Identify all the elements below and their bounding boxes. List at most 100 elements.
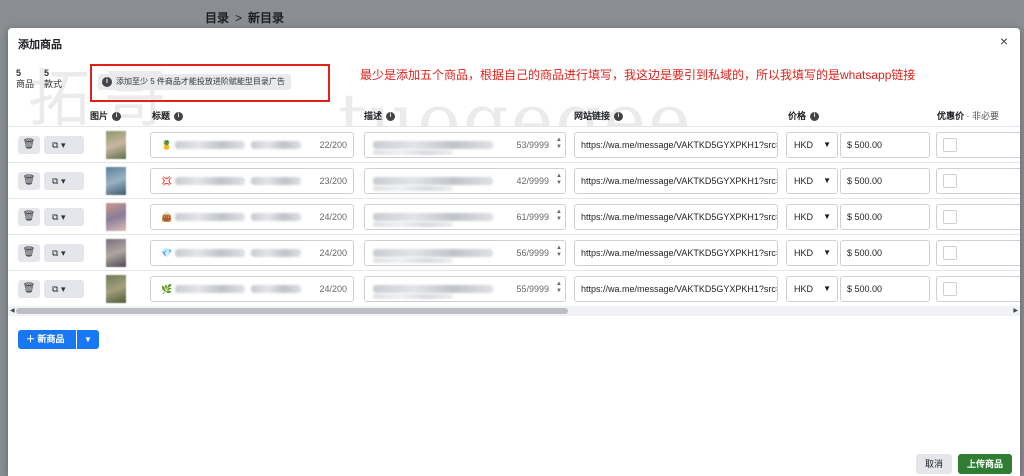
close-icon[interactable]: × — [1000, 33, 1008, 49]
trash-icon: 🗑 — [22, 139, 36, 150]
add-product-button[interactable]: ＋ 新商品 — [18, 330, 76, 349]
blurred-description-text — [373, 141, 493, 149]
scroll-right-icon[interactable]: ▶ — [1013, 307, 1018, 314]
website-url-input[interactable]: https://wa.me/message/VAKTKD5GYXPKH1?src… — [574, 276, 778, 302]
duplicate-button[interactable]: ⧉ ▾ — [44, 172, 84, 190]
title-input[interactable]: 👜 24/200 — [150, 204, 354, 230]
currency-select[interactable]: HKD ▼ — [786, 204, 838, 230]
product-image[interactable] — [106, 167, 126, 195]
info-icon[interactable]: i — [614, 112, 624, 122]
delete-button[interactable]: 🗑 — [18, 280, 40, 298]
duplicate-button[interactable]: ⧉ ▾ — [44, 280, 84, 298]
resize-stepper-icon[interactable]: ▲ ▼ — [556, 245, 562, 259]
price-input[interactable]: $ 500.00 — [840, 240, 930, 266]
sale-price-checkbox[interactable] — [943, 210, 957, 224]
chevron-down-icon: ▼ — [823, 212, 831, 221]
chevron-down-icon: ▾ — [60, 248, 66, 258]
modal-title: 添加商品 — [18, 39, 62, 51]
sale-price-input[interactable] — [936, 276, 1020, 302]
resize-stepper-icon[interactable]: ▲ ▼ — [556, 173, 562, 187]
delete-button[interactable]: 🗑 — [18, 172, 40, 190]
price-input[interactable]: $ 500.00 — [840, 204, 930, 230]
notice-pill: i 添加至少 5 件商品才能投放进阶赋能型目录广告 — [98, 74, 291, 90]
product-image[interactable] — [106, 239, 126, 267]
website-url-input[interactable]: https://wa.me/message/VAKTKD5GYXPKH1?src… — [574, 132, 778, 158]
table-row: 🗑 ⧉ ▾ 💢 23/200 42/9999 ▲ ▼ https://wa.me/messag… — [8, 162, 1020, 198]
price-input[interactable]: $ 500.00 — [840, 132, 930, 158]
description-char-count: 53/9999 — [516, 140, 549, 150]
currency-select[interactable]: HKD ▼ — [786, 168, 838, 194]
cancel-button[interactable]: 取消 — [916, 454, 952, 474]
chevron-down-icon: ▼ — [823, 140, 831, 149]
duplicate-button[interactable]: ⧉ ▾ — [44, 136, 84, 154]
add-product-dropdown[interactable]: ▼ — [77, 330, 99, 349]
description-input[interactable]: 55/9999 ▲ ▼ — [364, 276, 566, 302]
website-url-input[interactable]: https://wa.me/message/VAKTKD5GYXPKH1?src… — [574, 168, 778, 194]
duplicate-button[interactable]: ⧉ ▾ — [44, 208, 84, 226]
title-input[interactable]: 🌿 24/200 — [150, 276, 354, 302]
price-input[interactable]: $ 500.00 — [840, 276, 930, 302]
blurred-title-text — [251, 177, 301, 185]
blurred-description-text — [373, 177, 493, 185]
currency-select[interactable]: HKD ▼ — [786, 240, 838, 266]
title-emoji: 👜 — [161, 212, 173, 222]
description-input[interactable]: 53/9999 ▲ ▼ — [364, 132, 566, 158]
blurred-title-text — [175, 141, 245, 149]
website-url-input[interactable]: https://wa.me/message/VAKTKD5GYXPKH1?src… — [574, 204, 778, 230]
title-input[interactable]: 💢 23/200 — [150, 168, 354, 194]
sale-price-input[interactable] — [936, 204, 1020, 230]
breadcrumb-parent[interactable]: 目录 — [205, 11, 229, 25]
currency-select[interactable]: HKD ▼ — [786, 276, 838, 302]
sale-price-checkbox[interactable] — [943, 138, 957, 152]
trash-icon: 🗑 — [22, 247, 36, 258]
description-input[interactable]: 42/9999 ▲ ▼ — [364, 168, 566, 194]
price-input[interactable]: $ 500.00 — [840, 168, 930, 194]
title-emoji: 🌿 — [161, 284, 173, 294]
resize-stepper-icon[interactable]: ▲ ▼ — [556, 209, 562, 223]
description-char-count: 61/9999 — [516, 212, 549, 222]
upload-products-button[interactable]: 上传商品 — [958, 454, 1012, 474]
blurred-title-text — [251, 141, 301, 149]
product-image[interactable] — [106, 275, 126, 303]
sale-price-checkbox[interactable] — [943, 246, 957, 260]
info-icon[interactable]: i — [112, 112, 122, 122]
product-image[interactable] — [106, 131, 126, 159]
info-icon[interactable]: i — [810, 112, 820, 122]
sale-price-checkbox[interactable] — [943, 282, 957, 296]
description-char-count: 56/9999 — [516, 248, 549, 258]
horizontal-scrollbar[interactable]: ◀ ▶ — [8, 306, 1020, 316]
info-icon[interactable]: i — [174, 112, 184, 122]
chevron-down-icon: ▼ — [84, 335, 92, 344]
delete-button[interactable]: 🗑 — [18, 136, 40, 154]
duplicate-button[interactable]: ⧉ ▾ — [44, 244, 84, 262]
sale-price-input[interactable] — [936, 240, 1020, 266]
delete-button[interactable]: 🗑 — [18, 208, 40, 226]
title-emoji: 🍍 — [161, 140, 173, 150]
info-icon[interactable]: i — [386, 112, 396, 122]
delete-button[interactable]: 🗑 — [18, 244, 40, 262]
title-char-count: 22/200 — [319, 140, 347, 150]
sale-price-checkbox[interactable] — [943, 174, 957, 188]
website-url-input[interactable]: https://wa.me/message/VAKTKD5GYXPKH1?src… — [574, 240, 778, 266]
trash-icon: 🗑 — [22, 211, 36, 222]
blurred-title-text — [175, 285, 245, 293]
resize-stepper-icon[interactable]: ▲ ▼ — [556, 137, 562, 151]
info-icon: i — [102, 77, 112, 87]
scroll-left-icon[interactable]: ◀ — [10, 307, 15, 314]
resize-stepper-icon[interactable]: ▲ ▼ — [556, 281, 562, 295]
column-description-label: 描述 — [364, 111, 383, 121]
scroll-thumb[interactable] — [16, 308, 568, 314]
currency-select[interactable]: HKD ▼ — [786, 132, 838, 158]
annotation-text: 最少是添加五个商品，根据自己的商品进行填写，我这边是要引到私域的，所以我填写的是… — [360, 68, 916, 82]
description-input[interactable]: 61/9999 ▲ ▼ — [364, 204, 566, 230]
title-input[interactable]: 🍍 22/200 — [150, 132, 354, 158]
title-char-count: 23/200 — [319, 176, 347, 186]
trash-icon: 🗑 — [22, 175, 36, 186]
table-row: 🗑 ⧉ ▾ 🌿 24/200 55/9999 ▲ ▼ https://wa.me/messag… — [8, 270, 1020, 306]
sale-price-input[interactable] — [936, 132, 1020, 158]
blurred-description-text — [373, 294, 453, 299]
description-input[interactable]: 56/9999 ▲ ▼ — [364, 240, 566, 266]
sale-price-input[interactable] — [936, 168, 1020, 194]
product-image[interactable] — [106, 203, 126, 231]
title-input[interactable]: 💎 24/200 — [150, 240, 354, 266]
